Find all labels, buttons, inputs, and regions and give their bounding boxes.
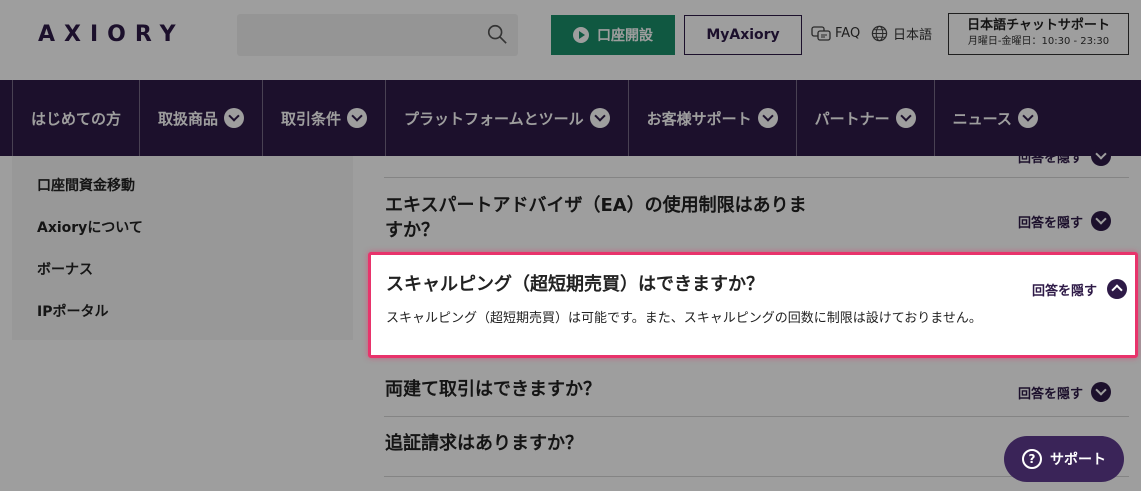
nav-item-platforms[interactable]: プラットフォームとツール (386, 80, 629, 156)
chevron-down-icon (757, 108, 778, 128)
nav-item-support[interactable]: お客様サポート (629, 80, 797, 156)
hide-answer-label: 回答を隠す (1017, 215, 1083, 231)
faq-question[interactable]: エキスパートアドバイザ（EA）の使用制限はありま すか？ (385, 193, 807, 243)
nav-item-trading-conditions[interactable]: 取引条件 (263, 80, 387, 156)
hide-answer-link[interactable]: 回答を隠す (1018, 211, 1111, 231)
hide-answer-label: 回答を隠す (1031, 283, 1097, 299)
open-account-button[interactable]: 口座開設 (551, 15, 675, 55)
chevron-down-icon (589, 108, 610, 128)
play-circle-icon (573, 27, 589, 43)
site-header: AXIORY 口座開設 MyAxiory FAQ 日本語 日本語チャットサポート… (0, 0, 1141, 80)
faq-item[interactable]: 回答を隠す (384, 146, 1129, 178)
support-button[interactable]: ? サポート (1004, 436, 1124, 482)
nav-item-label: お客様サポート (646, 109, 752, 128)
nav-item-label: 取扱商品 (158, 109, 219, 128)
nav-item-label: ニュース (952, 109, 1012, 128)
hide-answer-link[interactable]: 回答を隠す (1018, 382, 1111, 402)
faq-question[interactable]: 追証請求はありますか？ (385, 431, 583, 456)
nav-item-label: プラットフォームとツール (404, 109, 584, 128)
nav-item-partners[interactable]: パートナー (797, 80, 935, 156)
faq-link[interactable]: FAQ (811, 24, 860, 42)
chevron-down-icon (1091, 382, 1111, 402)
nav-item-products[interactable]: 取扱商品 (140, 80, 264, 156)
chevron-down-icon (1091, 146, 1111, 166)
faq-icon (811, 26, 831, 41)
chat-support-hours: 月曜日-金曜日：10:30 - 23:30 (967, 36, 1110, 47)
sidebar-item-bonus[interactable]: ボーナス (37, 259, 93, 279)
sidebar-item-transfer[interactable]: 口座間資金移動 (37, 175, 135, 195)
sidebar-item-ip-portal[interactable]: IPポータル (37, 301, 108, 321)
open-account-label: 口座開設 (597, 28, 653, 44)
support-label: サポート (1050, 452, 1106, 468)
chevron-down-icon (895, 108, 916, 128)
faq-item-highlighted[interactable]: スキャルピング（超短期売買）はできますか？ スキャルピング（超短期売買）は可能で… (368, 252, 1138, 358)
question-circle-icon: ? (1022, 449, 1042, 469)
faq-answer: スキャルピング（超短期売買）は可能です。また、スキャルピングの回数に制限は設けて… (386, 311, 982, 326)
chevron-down-icon (1091, 211, 1111, 231)
language-label: 日本語 (893, 28, 933, 43)
chevron-down-icon (347, 108, 368, 128)
faq-question-line: すか？ (385, 220, 439, 241)
chevron-down-icon (224, 108, 245, 128)
nav-item-label: はじめての方 (31, 109, 122, 128)
axiory-logo[interactable]: AXIORY (38, 22, 185, 47)
faq-item[interactable]: エキスパートアドバイザ（EA）の使用制限はありま すか？ 回答を隠す (384, 178, 1129, 256)
language-selector[interactable]: 日本語 (871, 24, 932, 43)
chevron-down-icon (1017, 108, 1038, 128)
hide-answer-label: 回答を隠す (1017, 386, 1083, 402)
chat-support-button[interactable]: 日本語チャットサポート 月曜日-金曜日：10:30 - 23:30 (948, 13, 1129, 55)
sidebar-item-about[interactable]: Axioryについて (37, 217, 143, 237)
main-nav: はじめての方 取扱商品 取引条件 プラットフォームとツール お客様サポート パー… (0, 80, 1141, 156)
faq-category-sidebar: 口座間資金移動 Axioryについて ボーナス IPポータル (12, 156, 353, 340)
search-icon[interactable] (486, 23, 508, 45)
faq-question[interactable]: スキャルピング（超短期売買）はできますか？ (386, 270, 764, 296)
chat-support-title: 日本語チャットサポート (967, 18, 1110, 33)
hide-answer-label: 回答を隠す (1017, 150, 1083, 166)
globe-icon (871, 25, 888, 42)
nav-item-label: パートナー (814, 109, 890, 128)
faq-item[interactable]: 両建て取引はできますか？ 回答を隠す (384, 361, 1129, 417)
nav-item-beginners[interactable]: はじめての方 (12, 80, 141, 156)
faq-question-line: エキスパートアドバイザ（EA）の使用制限はありま (385, 195, 807, 216)
search-input[interactable] (237, 14, 518, 56)
hide-answer-link[interactable]: 回答を隠す (1032, 279, 1127, 299)
my-axiory-button[interactable]: MyAxiory (684, 15, 802, 55)
faq-label: FAQ (835, 25, 861, 41)
hide-answer-link[interactable]: 回答を隠す (1018, 146, 1111, 166)
nav-item-label: 取引条件 (281, 109, 342, 128)
nav-item-news[interactable]: ニュース (935, 80, 1056, 156)
chevron-up-icon (1107, 279, 1127, 299)
faq-question[interactable]: 両建て取引はできますか？ (385, 377, 601, 402)
